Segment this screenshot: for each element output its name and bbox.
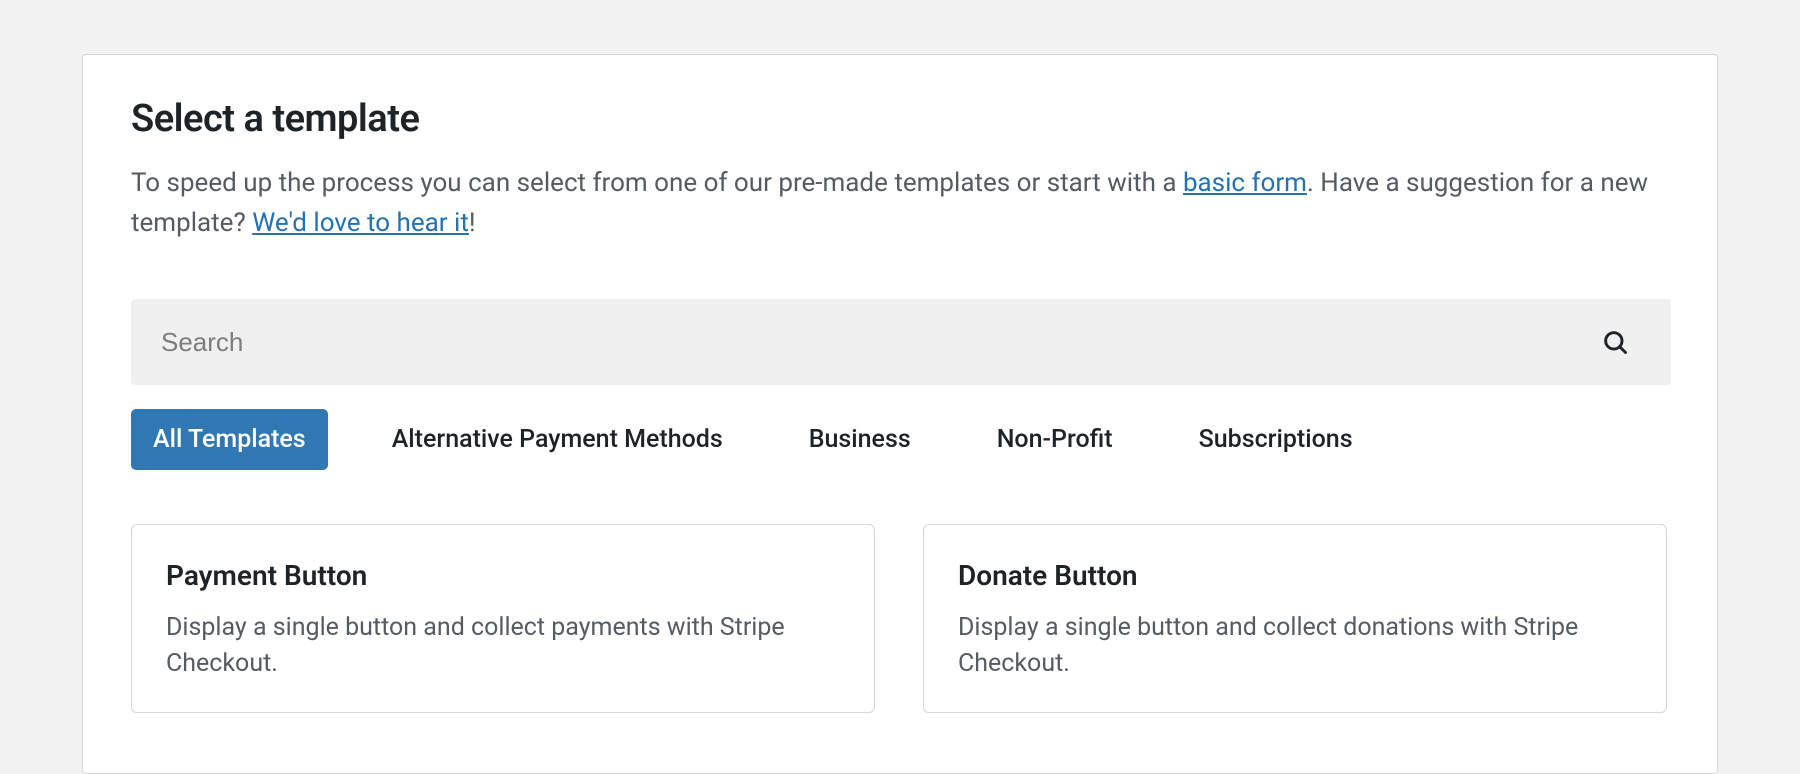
subtitle-text-1: To speed up the process you can select f… (131, 168, 1183, 198)
page-subtitle: To speed up the process you can select f… (131, 163, 1669, 243)
card-title: Payment Button (166, 559, 840, 592)
template-card-donate-button[interactable]: Donate Button Display a single button an… (923, 524, 1667, 713)
card-title: Donate Button (958, 559, 1632, 592)
card-description: Display a single button and collect paym… (166, 610, 840, 682)
template-cards: Payment Button Display a single button a… (131, 524, 1669, 713)
feedback-link[interactable]: We'd love to hear it (252, 208, 469, 238)
tab-non-profit[interactable]: Non-Profit (975, 409, 1135, 470)
tab-alternative-payment-methods[interactable]: Alternative Payment Methods (370, 409, 745, 470)
tab-all-templates[interactable]: All Templates (131, 409, 328, 470)
search-input[interactable] (159, 299, 1595, 385)
tab-subscriptions[interactable]: Subscriptions (1177, 409, 1375, 470)
card-description: Display a single button and collect dona… (958, 610, 1632, 682)
subtitle-text-3: ! (469, 208, 476, 238)
template-picker-panel: Select a template To speed up the proces… (82, 54, 1718, 774)
tab-business[interactable]: Business (787, 409, 933, 470)
page-title: Select a template (131, 97, 1669, 141)
category-tabs: All Templates Alternative Payment Method… (131, 409, 1669, 470)
basic-form-link[interactable]: basic form (1183, 168, 1307, 198)
search-icon (1601, 328, 1629, 356)
template-card-payment-button[interactable]: Payment Button Display a single button a… (131, 524, 875, 713)
search-button[interactable] (1595, 322, 1635, 362)
search-bar (131, 299, 1671, 385)
